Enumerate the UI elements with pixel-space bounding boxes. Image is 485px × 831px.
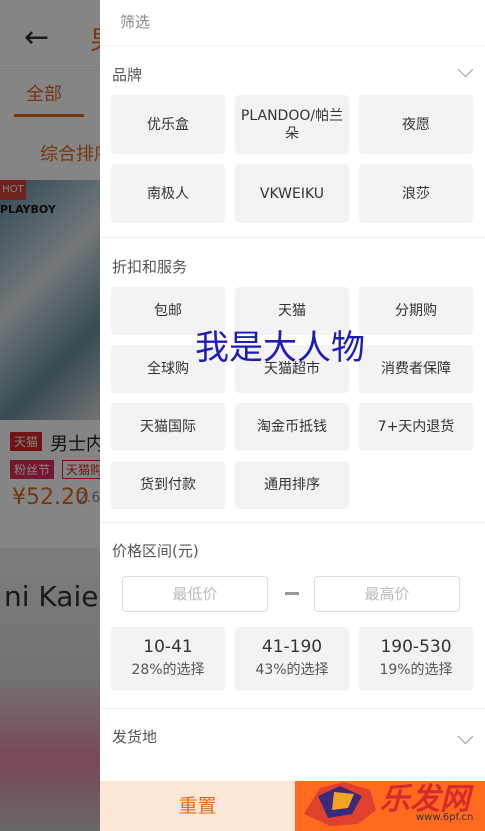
brand-option[interactable]: 南极人 <box>111 164 225 223</box>
service-option[interactable]: 天猫国际 <box>111 403 225 451</box>
range-dash <box>285 592 299 595</box>
price-range-value: 10-41 <box>143 637 193 657</box>
min-price-input[interactable]: 最低价 <box>122 576 268 612</box>
site-logo: 乐发网 www.6pf.cn <box>296 770 485 831</box>
brand-options: 优乐盒 PLANDOO/帕兰朵 夜愿南极人 VKWEIKU 浪莎 <box>111 95 473 223</box>
brand-option[interactable]: 优乐盒 <box>111 95 225 154</box>
divider <box>100 237 485 238</box>
price-range-option[interactable]: 190-530 19%的选择 <box>359 627 473 691</box>
brand-option[interactable]: 夜愿 <box>359 95 473 154</box>
brand-section-title: 品牌 <box>112 66 143 84</box>
price-range-option[interactable]: 10-41 28%的选择 <box>111 627 225 691</box>
service-section-title: 折扣和服务 <box>112 258 188 276</box>
watermark-text: 我是大人物 <box>195 328 365 368</box>
max-price-input[interactable]: 最高价 <box>314 576 460 612</box>
brand-option[interactable]: 浪莎 <box>359 164 473 223</box>
price-range-value: 190-530 <box>380 637 452 657</box>
service-option[interactable]: 通用排序 <box>235 461 349 509</box>
panel-header: 筛选 <box>100 0 485 46</box>
reset-button[interactable]: 重置 <box>100 781 295 831</box>
price-range-value: 41-190 <box>261 637 323 657</box>
service-option[interactable]: 7+天内退货 <box>359 403 473 451</box>
service-option[interactable]: 淘金币抵钱 <box>235 403 349 451</box>
bull-logo-icon <box>304 782 376 826</box>
chevron-down-icon[interactable] <box>457 61 474 78</box>
price-range-percent: 43%的选择 <box>255 662 329 678</box>
price-range-percent: 19%的选择 <box>379 662 453 678</box>
chevron-down-icon[interactable] <box>457 728 474 745</box>
filter-panel: 筛选 品牌 优乐盒 PLANDOO/帕兰朵 夜愿南极人 VKWEIKU 浪莎 折扣和服务… <box>100 0 485 831</box>
price-range-options: 10-41 28%的选择 41-190 43%的选择 190-530 19%的选择 <box>111 627 473 691</box>
service-option[interactable]: 分期购 <box>359 287 473 335</box>
logo-url: www.6pf.cn <box>416 812 474 823</box>
ship-section-title: 发货地 <box>112 728 158 746</box>
divider <box>100 522 485 523</box>
divider <box>100 708 485 709</box>
price-inputs: 最低价 最高价 <box>122 576 460 612</box>
price-range-percent: 28%的选择 <box>131 662 205 678</box>
brand-option[interactable]: VKWEIKU <box>235 164 349 223</box>
price-section-title: 价格区间(元) <box>112 542 199 560</box>
service-option[interactable]: 消费者保障 <box>359 345 473 393</box>
brand-option[interactable]: PLANDOO/帕兰朵 <box>235 95 349 154</box>
service-option[interactable]: 货到付款 <box>111 461 225 509</box>
price-range-option[interactable]: 41-190 43%的选择 <box>235 627 349 691</box>
